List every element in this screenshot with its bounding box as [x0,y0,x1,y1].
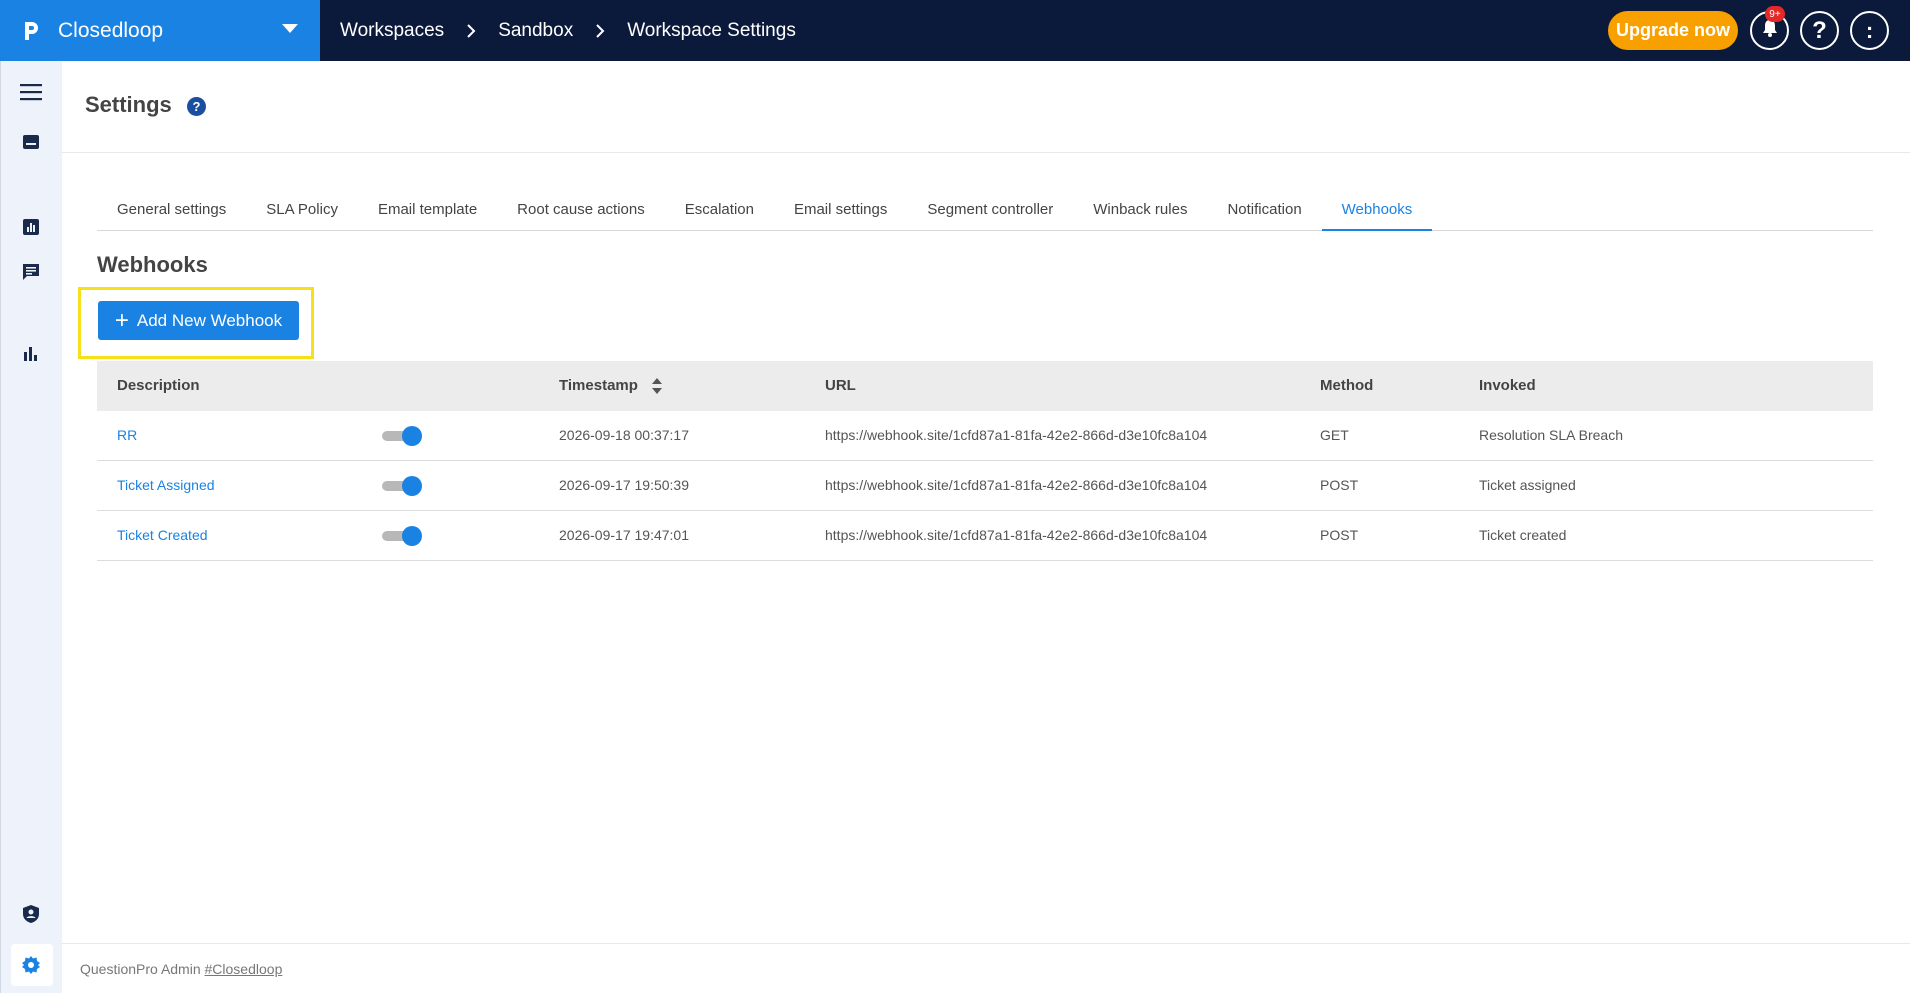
webhook-enabled-toggle[interactable] [382,426,422,446]
tab-sla-policy[interactable]: SLA Policy [246,197,358,231]
app-name: Closedloop [58,18,164,42]
tab-email-settings[interactable]: Email settings [774,197,907,231]
question-icon: ? [1812,16,1827,44]
gear-icon[interactable] [19,953,43,977]
menu-icon[interactable] [19,80,43,104]
analytics-icon[interactable] [19,342,43,366]
webhook-method: GET [1320,427,1349,443]
footer-text: QuestionPro Admin #Closedloop [80,961,282,977]
tab-general-settings[interactable]: General settings [97,197,246,231]
chevron-down-icon[interactable] [282,24,298,33]
column-description: Description [117,377,200,394]
column-timestamp[interactable]: Timestamp [559,377,638,394]
sidebar [0,61,62,993]
chevron-right-icon [595,23,605,39]
upgrade-button[interactable]: Upgrade now [1608,11,1738,50]
settings-tabs: General settings SLA Policy Email templa… [97,197,1873,231]
chat-icon[interactable] [19,260,43,284]
webhook-enabled-toggle[interactable] [382,476,422,496]
column-method: Method [1320,377,1374,394]
notification-badge: 9+ [1765,6,1785,22]
footer-label: QuestionPro Admin [80,961,201,977]
table-row: RR 2026-09-18 00:37:17 https://webhook.s… [97,411,1873,461]
tab-winback-rules[interactable]: Winback rules [1073,197,1207,231]
breadcrumb-workspaces[interactable]: Workspaces [340,20,444,42]
webhook-description-link[interactable]: Ticket Assigned [117,477,215,493]
table-header: Description Timestamp URL Method Invoked [97,361,1873,411]
tab-segment-controller[interactable]: Segment controller [907,197,1073,231]
top-bar: Closedloop Workspaces Sandbox Workspace … [0,0,1910,61]
inbox-icon[interactable] [19,130,43,154]
column-url: URL [825,377,856,394]
plus-icon: + [114,306,129,334]
page-title: Settings [85,92,172,117]
webhook-invoked: Resolution SLA Breach [1479,427,1623,443]
workspace-switcher[interactable]: Closedloop [0,0,320,61]
footer-link[interactable]: #Closedloop [205,961,283,977]
tab-escalation[interactable]: Escalation [665,197,774,231]
tab-email-template[interactable]: Email template [358,197,497,231]
webhook-invoked: Ticket assigned [1479,477,1576,493]
webhook-timestamp: 2026-09-17 19:47:01 [559,527,689,543]
tab-webhooks[interactable]: Webhooks [1321,197,1433,231]
breadcrumb: Workspaces Sandbox Workspace Settings [340,0,796,61]
help-button[interactable]: ? [1800,11,1839,50]
column-invoked: Invoked [1479,377,1536,394]
sort-icon[interactable] [651,377,663,399]
webhook-description-link[interactable]: RR [117,427,137,443]
tab-notification[interactable]: Notification [1207,197,1321,231]
table-row: Ticket Created 2026-09-17 19:47:01 https… [97,511,1873,561]
table-row: Ticket Assigned 2026-09-17 19:50:39 http… [97,461,1873,511]
webhook-description-link[interactable]: Ticket Created [117,527,208,543]
webhook-timestamp: 2026-09-17 19:50:39 [559,477,689,493]
closedloop-logo-icon [20,19,42,43]
webhook-url: https://webhook.site/1cfd87a1-81fa-42e2-… [825,527,1208,543]
help-circle-icon[interactable]: ? [187,97,206,116]
webhook-timestamp: 2026-09-18 00:37:17 [559,427,689,443]
tab-root-cause-actions[interactable]: Root cause actions [497,197,665,231]
avatar[interactable]: : [1850,11,1889,50]
shield-user-icon[interactable] [19,902,43,926]
breadcrumb-workspace-settings: Workspace Settings [627,19,796,41]
section-title: Webhooks [97,252,208,277]
webhook-method: POST [1320,527,1359,543]
webhook-enabled-toggle[interactable] [382,526,422,546]
chevron-right-icon [466,23,476,39]
footer [62,943,1910,993]
webhooks-table: Description Timestamp URL Method Invoked… [97,361,1873,561]
page-header [62,61,1910,153]
webhook-method: POST [1320,477,1359,493]
breadcrumb-sandbox[interactable]: Sandbox [498,20,573,42]
add-new-webhook-button[interactable]: + Add New Webhook [98,301,299,340]
webhook-url: https://webhook.site/1cfd87a1-81fa-42e2-… [825,427,1208,443]
webhook-url: https://webhook.site/1cfd87a1-81fa-42e2-… [825,477,1208,493]
avatar-initials: : [1865,17,1874,43]
add-new-webhook-label: Add New Webhook [136,310,283,330]
report-icon[interactable] [19,215,43,239]
webhook-invoked: Ticket created [1479,527,1567,543]
